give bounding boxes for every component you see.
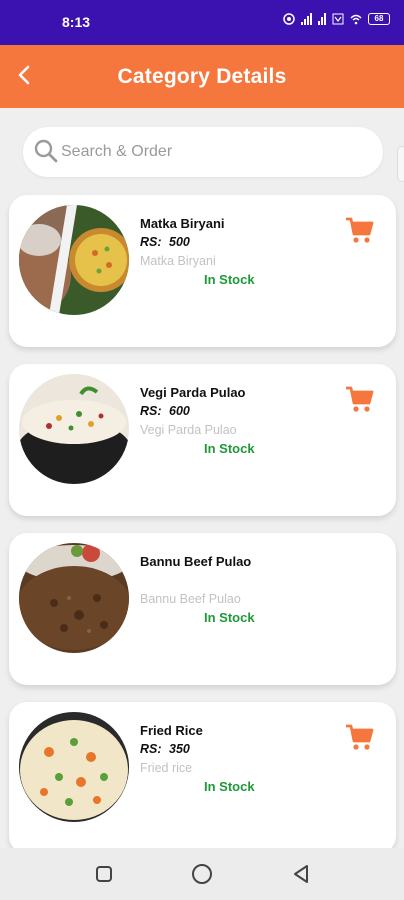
battery-icon: 68	[368, 13, 390, 25]
item-name: Matka Biryani	[140, 216, 225, 231]
add-to-cart-button[interactable]	[344, 722, 374, 752]
home-circle-icon	[192, 864, 212, 884]
home-button[interactable]	[190, 862, 214, 886]
list-item[interactable]: Fried Rice RS: 350 Fried rice In Stock	[9, 702, 396, 854]
side-handle[interactable]	[397, 146, 404, 182]
cart-icon	[346, 386, 374, 412]
system-nav-bar	[0, 848, 404, 900]
status-icons: 68	[283, 13, 390, 25]
list-item[interactable]: Bannu Beef Pulao Bannu Beef Pulao In Sto…	[9, 533, 396, 685]
price-label: RS:	[140, 235, 162, 249]
price-value: 500	[169, 235, 190, 249]
item-price: RS: 500	[140, 235, 190, 249]
page-title: Category Details	[117, 65, 287, 88]
stock-status: In Stock	[204, 441, 255, 456]
item-name: Vegi Parda Pulao	[140, 385, 246, 400]
item-name: Bannu Beef Pulao	[140, 554, 252, 569]
back-triangle-icon	[294, 865, 308, 883]
system-back-button[interactable]	[289, 862, 313, 886]
wifi-icon	[350, 14, 362, 25]
food-image	[19, 205, 129, 315]
cart-icon	[346, 724, 374, 750]
item-name: Fried Rice	[140, 723, 203, 738]
stock-status: In Stock	[204, 610, 255, 625]
status-bar: 8:13 68	[0, 0, 404, 45]
recents-square-icon	[96, 866, 112, 882]
item-description: Vegi Parda Pulao	[140, 423, 237, 437]
item-price: RS: 600	[140, 404, 190, 418]
volte-icon	[332, 13, 344, 25]
food-image	[19, 712, 129, 822]
stock-status: In Stock	[204, 272, 255, 287]
signal-icon	[318, 13, 326, 25]
status-time: 8:13	[62, 14, 91, 30]
search-input[interactable]	[61, 139, 361, 165]
food-image	[19, 543, 129, 653]
food-image	[19, 374, 129, 484]
list-item[interactable]: Vegi Parda Pulao RS: 600 Vegi Parda Pula…	[9, 364, 396, 516]
recents-button[interactable]	[92, 862, 116, 886]
search-icon	[34, 139, 58, 163]
list-item[interactable]: Matka Biryani RS: 500 Matka Biryani In S…	[9, 195, 396, 347]
cart-icon	[346, 217, 374, 243]
item-description: Matka Biryani	[140, 254, 216, 268]
stock-status: In Stock	[204, 779, 255, 794]
item-price: RS: 350	[140, 742, 190, 756]
search-box[interactable]	[23, 127, 383, 177]
signal-icon	[301, 13, 312, 25]
price-value: 600	[169, 404, 190, 418]
price-value: 350	[169, 742, 190, 756]
location-icon	[283, 13, 295, 25]
price-label: RS:	[140, 404, 162, 418]
app-bar: Category Details	[0, 45, 404, 108]
price-label: RS:	[140, 742, 162, 756]
item-description: Fried rice	[140, 761, 193, 775]
add-to-cart-button[interactable]	[344, 384, 374, 414]
item-description: Bannu Beef Pulao	[140, 592, 241, 606]
add-to-cart-button[interactable]	[344, 215, 374, 245]
